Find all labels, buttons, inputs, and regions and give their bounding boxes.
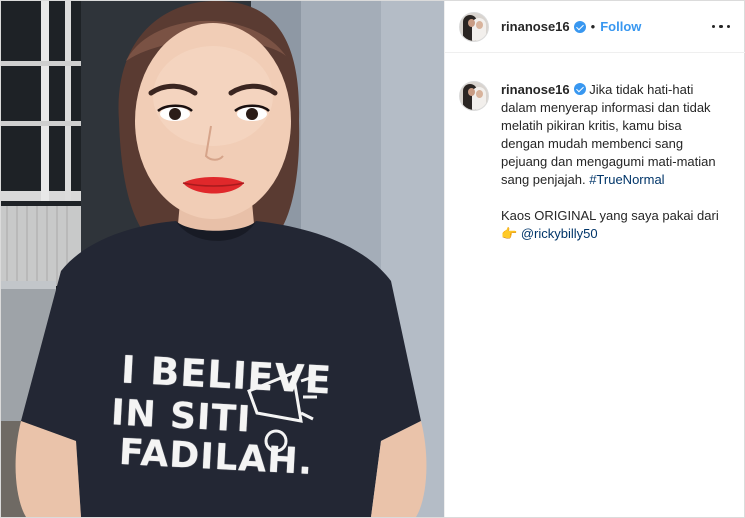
mention-link[interactable]: @rickybilly50	[521, 226, 598, 241]
caption-username[interactable]: rinanose16	[501, 82, 570, 97]
caption-body: rinanose16 Jika tidak hati-hati dalam me…	[501, 81, 727, 243]
header-username[interactable]: rinanose16	[501, 19, 570, 34]
instagram-post: I BELIEVE IN SITI FADILAH. rinanose16 • …	[0, 0, 745, 518]
caption-verified-badge-icon	[573, 83, 586, 95]
post-photo[interactable]: I BELIEVE IN SITI FADILAH.	[1, 1, 444, 517]
follow-button[interactable]: Follow	[600, 19, 641, 34]
more-options-icon[interactable]	[711, 17, 731, 37]
caption-avatar[interactable]	[459, 81, 489, 111]
verified-badge-icon	[573, 20, 586, 33]
avatar[interactable]	[459, 11, 489, 42]
pointing-hand-icon: 👉	[501, 226, 518, 241]
caption-credit: Kaos ORIGINAL yang saya pakai dari 👉 @ri…	[501, 207, 727, 243]
hashtag-link[interactable]: #TrueNormal	[589, 172, 664, 187]
post-side-panel: rinanose16 • Follow rinanose16 Jika tida…	[444, 1, 745, 517]
post-header: rinanose16 • Follow	[445, 1, 745, 53]
separator-dot: •	[590, 19, 596, 34]
credit-text: Kaos ORIGINAL yang saya pakai dari	[501, 208, 719, 223]
caption-comment: rinanose16 Jika tidak hati-hati dalam me…	[445, 53, 745, 243]
